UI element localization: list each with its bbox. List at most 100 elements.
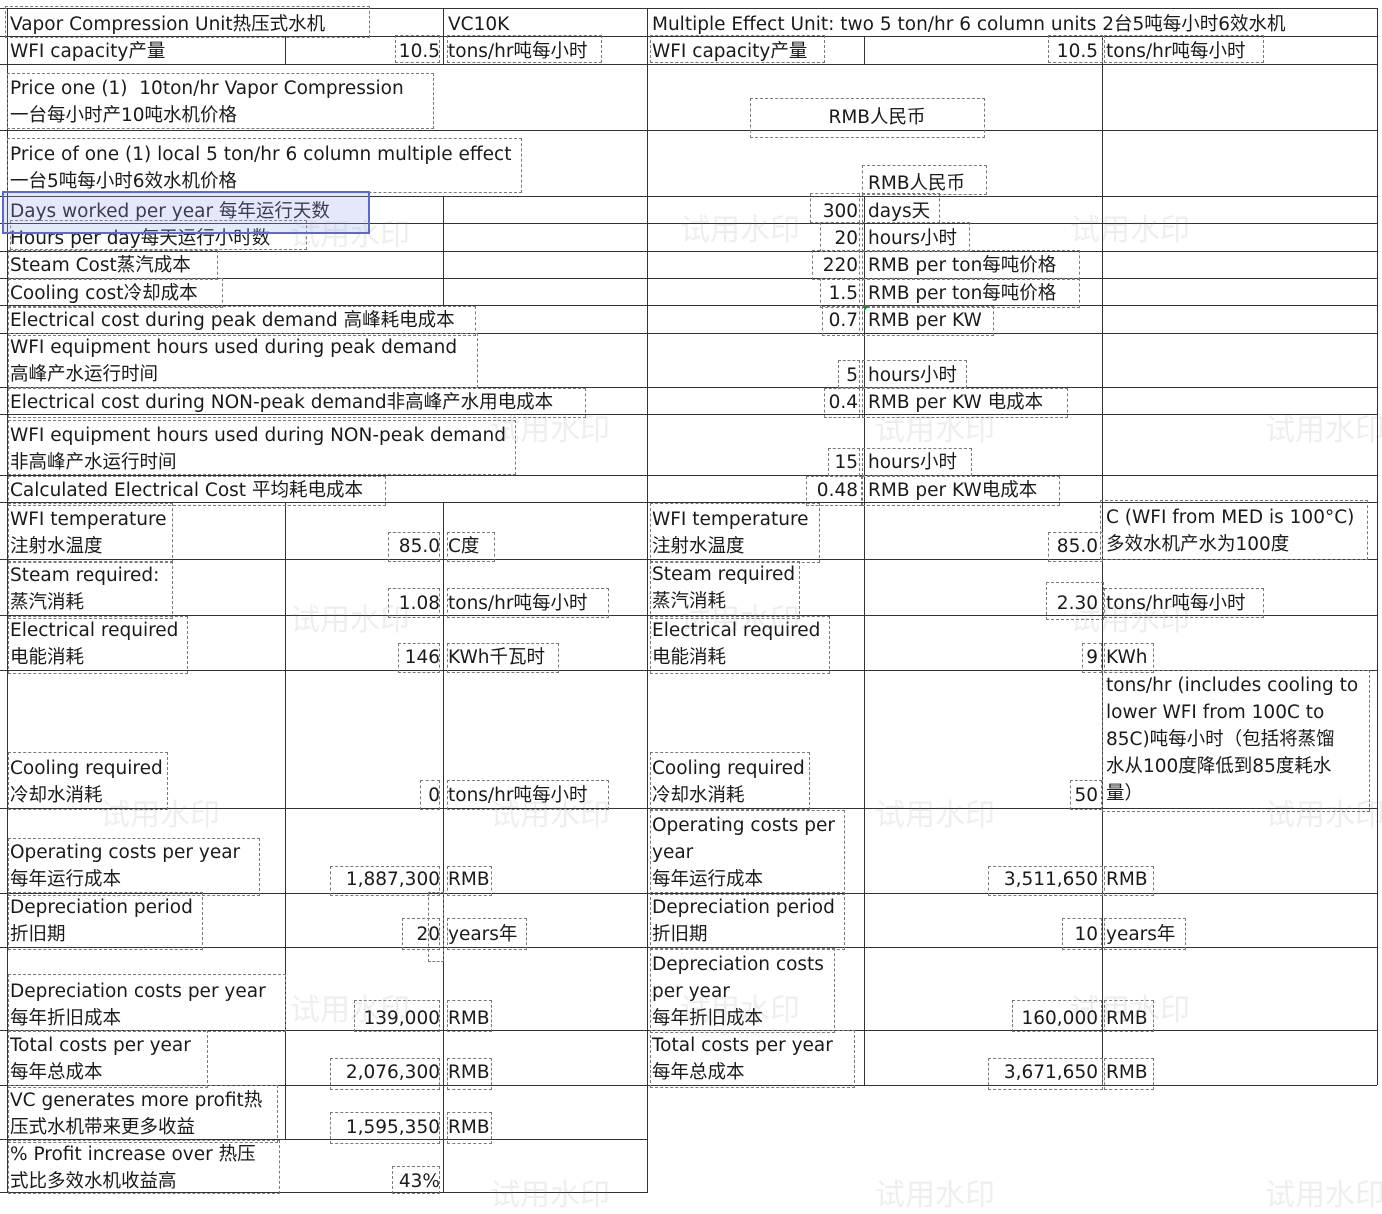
cell-h2[interactable]: 1.5 — [652, 280, 858, 307]
cell-d2[interactable]: RMB人民币 — [868, 170, 1098, 197]
cell-j3[interactable]: hours小时 — [868, 362, 1100, 389]
selected-cell-highlight[interactable] — [2, 191, 370, 234]
cell-r2[interactable]: 1,887,300 — [290, 866, 440, 893]
cell-g3[interactable]: RMB per ton每吨价格 — [868, 252, 1100, 279]
cell-n4[interactable]: WFI temperature 注射水温度 — [652, 506, 862, 560]
cell-u5[interactable]: 3,671,650 — [866, 1059, 1098, 1086]
cell-a3[interactable]: Multiple Effect Unit: two 5 ton/hr 6 col… — [652, 11, 1377, 38]
cell-t1[interactable]: Depreciation costs per year 每年折旧成本 — [10, 978, 285, 1032]
cell-q6[interactable]: tons/hr (includes cooling to lower WFI fr… — [1106, 672, 1376, 807]
cell-m1[interactable]: Calculated Electrical Cost 平均耗电成本 — [10, 477, 640, 504]
cell-p4[interactable]: Electrical required 电能消耗 — [652, 617, 862, 671]
cell-b5[interactable]: 10.5 — [866, 38, 1098, 65]
cell-p3[interactable]: KWh千瓦时 — [448, 644, 643, 671]
cell-v2[interactable]: 1,595,350 — [290, 1114, 440, 1141]
cell-p6[interactable]: KWh — [1106, 644, 1376, 671]
cell-d1[interactable]: Price of one (1) local 5 ton/hr 6 column… — [10, 141, 640, 195]
cell-text-line: 非高峰产水运行时间 — [10, 452, 177, 473]
cell-i1[interactable]: Electrical cost during peak demand 高峰耗电成… — [10, 307, 640, 334]
cell-t4[interactable]: Depreciation costs per year 每年折旧成本 — [652, 951, 862, 1032]
cell-c1[interactable]: Price one (1) 10ton/hr Vapor Compression… — [10, 75, 640, 129]
cell-c2[interactable]: RMB人民币 — [652, 104, 1102, 131]
cell-u2[interactable]: 2,076,300 — [290, 1059, 440, 1086]
cell-i2[interactable]: 0.7 — [652, 307, 858, 334]
cell-s3[interactable]: years年 — [448, 921, 643, 948]
cell-u6[interactable]: RMB — [1106, 1059, 1376, 1086]
cell-q5[interactable]: 50 — [866, 782, 1098, 809]
cell-a2[interactable]: VC10K — [448, 11, 643, 38]
cell-text-line: Electrical required — [652, 620, 821, 641]
cell-b4[interactable]: WFI capacity产量 — [652, 38, 862, 65]
cell-u1[interactable]: Total costs per year 每年总成本 — [10, 1032, 285, 1086]
cell-m2[interactable]: 0.48 — [652, 477, 858, 504]
cell-n1[interactable]: WFI temperature 注射水温度 — [10, 506, 285, 560]
cell-h3[interactable]: RMB per ton每吨价格 — [868, 280, 1100, 307]
cell-q4[interactable]: Cooling required 冷却水消耗 — [652, 755, 862, 809]
cell-p1[interactable]: Electrical required 电能消耗 — [10, 617, 285, 671]
cell-a1[interactable]: Vapor Compression Unit热压式水机 — [10, 11, 325, 38]
cell-o5[interactable]: 2.30 — [866, 590, 1098, 617]
cell-text-line: 1,887,300 — [345, 869, 440, 890]
cell-e2[interactable]: 300 — [652, 198, 858, 225]
cell-n3[interactable]: C度 — [448, 533, 643, 560]
cell-g1[interactable]: Steam Cost蒸汽成本 — [10, 252, 440, 279]
cell-f2[interactable]: 20 — [652, 225, 858, 252]
cell-q3[interactable]: tons/hr吨每小时 — [448, 782, 643, 809]
cell-u4[interactable]: Total costs per year 每年总成本 — [652, 1032, 862, 1086]
cell-v3[interactable]: RMB — [448, 1114, 643, 1141]
cell-s6[interactable]: years年 — [1106, 921, 1376, 948]
cell-b3[interactable]: tons/hr吨每小时 — [448, 38, 643, 65]
cell-l2[interactable]: 15 — [652, 449, 858, 476]
cell-r1[interactable]: Operating costs per year 每年运行成本 — [10, 839, 285, 893]
cell-t5[interactable]: 160,000 — [866, 1005, 1098, 1032]
cell-p2[interactable]: 146 — [290, 644, 440, 671]
cell-text-line: Total costs per year — [652, 1035, 833, 1056]
cell-f3[interactable]: hours小时 — [868, 225, 1100, 252]
cell-j1[interactable]: WFI equipment hours used during peak dem… — [10, 334, 640, 388]
cell-q1[interactable]: Cooling required 冷却水消耗 — [10, 755, 285, 809]
cell-o4[interactable]: Steam required 蒸汽消耗 — [652, 561, 862, 615]
cell-r6[interactable]: RMB — [1106, 866, 1376, 893]
cell-o6[interactable]: tons/hr吨每小时 — [1106, 590, 1376, 617]
cell-text-line: tons/hr吨每小时 — [448, 41, 588, 62]
cell-l1[interactable]: WFI equipment hours used during NON-peak… — [10, 422, 640, 476]
cell-n5[interactable]: 85.0 — [866, 533, 1098, 560]
cell-s2[interactable]: 20 — [290, 921, 440, 948]
cell-s4[interactable]: Depreciation period 折旧期 — [652, 894, 862, 948]
cell-r3[interactable]: RMB — [448, 866, 643, 893]
cell-m3[interactable]: RMB per KW电成本 — [868, 477, 1100, 504]
cell-h1[interactable]: Cooling cost冷却成本 — [10, 280, 440, 307]
cell-r4[interactable]: Operating costs per year 每年运行成本 — [652, 812, 862, 893]
cell-e3[interactable]: days天 — [868, 198, 1100, 225]
spreadsheet-grid[interactable]: Vapor Compression Unit热压式水机 VC10K Multiple… — [0, 0, 1382, 1213]
cell-p5[interactable]: 9 — [866, 644, 1098, 671]
cell-text-line: hours小时 — [868, 365, 958, 386]
cell-k1[interactable]: Electrical cost during NON-peak demand非高… — [10, 389, 640, 416]
cell-r5[interactable]: 3,511,650 — [866, 866, 1098, 893]
cell-s1[interactable]: Depreciation period 折旧期 — [10, 894, 285, 948]
cell-o3[interactable]: tons/hr吨每小时 — [448, 590, 643, 617]
cell-u3[interactable]: RMB — [448, 1059, 643, 1086]
cell-t2[interactable]: 139,000 — [290, 1005, 440, 1032]
cell-b6[interactable]: tons/hr吨每小时 — [1106, 38, 1376, 65]
cell-o1[interactable]: Steam required: 蒸汽消耗 — [10, 562, 285, 616]
cell-l3[interactable]: hours小时 — [868, 449, 1100, 476]
cell-t6[interactable]: RMB — [1106, 1005, 1376, 1032]
cell-w2[interactable]: 43% — [290, 1168, 440, 1195]
cell-j2[interactable]: 5 — [652, 362, 858, 389]
cell-v1[interactable]: VC generates more profit热 压式水机带来更多收益 — [10, 1087, 285, 1141]
cell-g2[interactable]: 220 — [652, 252, 858, 279]
cell-k3[interactable]: RMB per KW 电成本 — [868, 389, 1100, 416]
cell-i3[interactable]: RMB per KW — [868, 307, 1100, 334]
cell-s5[interactable]: 10 — [866, 921, 1098, 948]
cell-text-line: 每年总成本 — [652, 1062, 745, 1083]
cell-b2[interactable]: 10.5 — [290, 38, 440, 65]
cell-n6[interactable]: C (WFI from MED is 100°C) 多效水机产水为100度 — [1106, 504, 1376, 558]
cell-b1[interactable]: WFI capacity产量 — [10, 38, 280, 65]
cell-o2[interactable]: 1.08 — [290, 590, 440, 617]
cell-t3[interactable]: RMB — [448, 1005, 643, 1032]
cell-k2[interactable]: 0.4 — [652, 389, 858, 416]
cell-n2[interactable]: 85.0 — [290, 533, 440, 560]
cell-w1[interactable]: % Profit increase over 热压 式比多效水机收益高 — [10, 1141, 285, 1195]
cell-q2[interactable]: 0 — [290, 782, 440, 809]
